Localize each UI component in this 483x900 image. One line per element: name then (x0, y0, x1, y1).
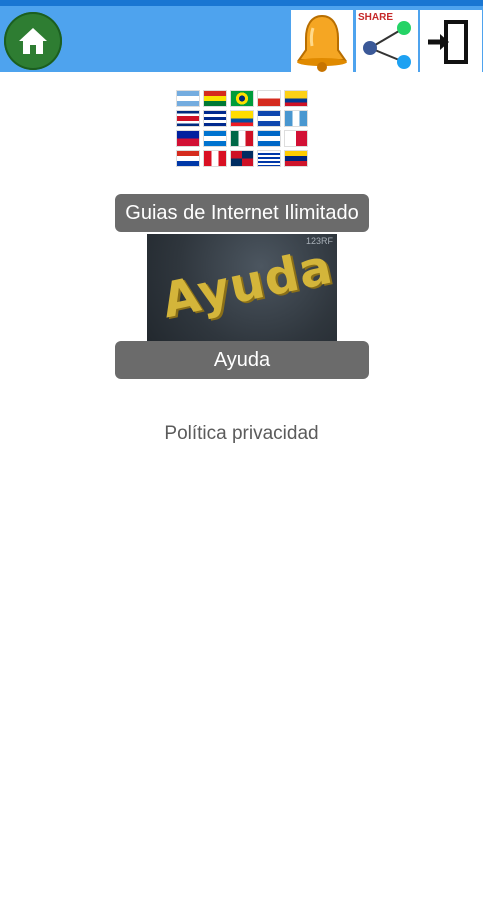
panama-flag (284, 130, 308, 147)
haiti-flag (176, 130, 200, 147)
costa-rica-flag (176, 110, 200, 127)
share-button[interactable]: SHARE (356, 10, 418, 74)
notifications-button[interactable] (291, 10, 353, 74)
bolivia-flag (203, 90, 227, 107)
argentina-flag (176, 90, 200, 107)
peru-flag (203, 150, 227, 167)
paraguay-flag (176, 150, 200, 167)
uruguay-flag (257, 150, 281, 167)
help-button[interactable]: Ayuda (115, 341, 369, 379)
home-icon (19, 28, 47, 54)
help-image[interactable]: 123RF Ayuda (147, 234, 337, 342)
chile-flag (257, 90, 281, 107)
ecuador-flag (230, 110, 254, 127)
top-app-bar: SHARE (0, 0, 483, 74)
exit-button[interactable] (420, 10, 482, 74)
home-button[interactable] (4, 12, 62, 70)
internet-guides-button[interactable]: Guias de Internet Ilimitado (115, 194, 369, 232)
help-image-text: Ayuda (157, 238, 337, 330)
mexico-flag (230, 130, 254, 147)
el-salvador-flag (257, 110, 281, 127)
venezuela-flag (284, 150, 308, 167)
nicaragua-flag (257, 130, 281, 147)
exit-icon (428, 20, 468, 64)
privacy-policy-link[interactable]: Política privacidad (0, 423, 483, 445)
honduras-flag (203, 130, 227, 147)
guatemala-flag (284, 110, 308, 127)
share-label: SHARE (358, 12, 394, 23)
cuba-flag (203, 110, 227, 127)
dominican-republic-flag (230, 150, 254, 167)
brazil-flag (230, 90, 254, 107)
bell-icon (297, 14, 347, 72)
colombia-flag (284, 90, 308, 107)
country-flags-grid (176, 90, 310, 167)
